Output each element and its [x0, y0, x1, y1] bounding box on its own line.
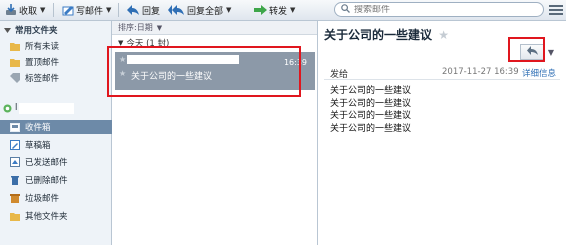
email-subject: 关于公司的一些建议 ★	[324, 26, 449, 43]
body-line: 关于公司的一些建议	[330, 86, 412, 96]
sidebar-item-label: 收件箱	[25, 123, 51, 133]
sort-bar[interactable]: 排序:日期 ▼	[112, 21, 317, 35]
email-subject-text: 关于公司的一些建议	[324, 28, 433, 42]
sidebar-item-deleted[interactable]: 已删除邮件	[0, 173, 121, 187]
receive-label: 收取	[19, 6, 38, 17]
email-body: 关于公司的一些建议 关于公司的一些建议 关于公司的一些建议 关于公司的一些建议	[330, 85, 411, 135]
folder-icon	[10, 57, 20, 67]
compose-button[interactable]: 写邮件 ▼	[61, 2, 111, 18]
sidebar-item-other[interactable]: 其他文件夹	[0, 209, 121, 223]
search-input[interactable]	[350, 4, 534, 15]
search-box[interactable]	[334, 2, 544, 17]
compose-icon	[61, 4, 74, 17]
header-divider	[324, 79, 560, 80]
sidebar-item-sent[interactable]: 已发送邮件	[0, 155, 121, 169]
reply-all-icon	[168, 4, 185, 17]
sidebar-item-label: 标签邮件	[25, 74, 60, 84]
chevron-down-icon: ▼	[547, 47, 555, 57]
reply-label: 回复	[142, 6, 161, 17]
reply-all-button[interactable]: 回复全部 ▼	[168, 2, 231, 18]
sidebar-section-title: 常用文件夹	[15, 26, 58, 36]
chevron-down-icon[interactable]: ▼	[290, 6, 295, 14]
body-line: 关于公司的一些建议	[330, 98, 412, 109]
chevron-down-icon[interactable]: ▼	[157, 24, 162, 32]
sidebar-item-label: 垃圾邮件	[25, 194, 60, 204]
reply-all-label: 回复全部	[187, 6, 224, 17]
sidebar-item-label: 已发送邮件	[25, 158, 68, 168]
chevron-down-icon[interactable]: ▼	[106, 6, 111, 14]
email-datetime: 2017-11-27 16:39	[442, 67, 519, 77]
search-icon	[341, 3, 350, 16]
sidebar-section-common[interactable]: 常用文件夹	[2, 23, 113, 37]
toolbar: 收取 ▼ 写邮件 ▼ 回复 回复全部 ▼ 转发 ▼	[0, 0, 566, 21]
sent-icon	[10, 157, 20, 167]
highlight-box	[107, 46, 301, 97]
forward-icon	[254, 4, 267, 17]
highlight-box	[508, 37, 545, 62]
receive-button[interactable]: 收取 ▼	[4, 2, 45, 18]
sidebar-item-label: 已删除邮件	[25, 176, 68, 186]
receive-icon	[4, 4, 17, 17]
collapse-arrow-icon[interactable]	[2, 25, 12, 35]
sidebar-account[interactable]: l	[2, 101, 113, 115]
spam-icon	[10, 193, 20, 203]
menu-icon[interactable]	[549, 3, 563, 17]
sidebar-item-pinned[interactable]: 置顶邮件	[0, 55, 121, 69]
body-line: 关于公司的一些建议	[330, 111, 412, 121]
sidebar-item-label: 其他文件夹	[25, 212, 68, 222]
sidebar-item-label: 置顶邮件	[25, 58, 60, 68]
sidebar-item-spam[interactable]: 垃圾邮件	[0, 191, 121, 205]
chevron-down-icon[interactable]: ▼	[40, 6, 45, 14]
redacted-block	[19, 102, 75, 114]
account-icon	[2, 103, 12, 113]
forward-label: 转发	[269, 6, 288, 17]
star-icon[interactable]: ★	[438, 28, 449, 42]
sidebar-item-inbox[interactable]: 收件箱	[0, 120, 121, 134]
sidebar-item-drafts[interactable]: 草稿箱	[0, 138, 121, 152]
sidebar-item-tagged[interactable]: 标签邮件	[0, 71, 121, 85]
draft-icon	[10, 140, 20, 150]
body-line: 关于公司的一些建议	[330, 123, 412, 134]
inbox-icon	[10, 122, 20, 132]
more-actions-button[interactable]: ▼	[544, 44, 558, 60]
reply-icon	[127, 4, 140, 17]
account-label: l	[15, 103, 18, 113]
sidebar-item-label: 草稿箱	[25, 141, 51, 151]
tag-icon	[10, 73, 20, 83]
sidebar-item-unread[interactable]: 所有未读	[0, 39, 121, 53]
compose-label: 写邮件	[76, 6, 104, 17]
sidebar: 常用文件夹 所有未读 置顶邮件 标签邮件 l 收件箱 草稿箱 已发送邮件 已删除…	[0, 21, 121, 245]
forward-button[interactable]: 转发 ▼	[254, 2, 295, 18]
sidebar-item-label: 所有未读	[25, 42, 60, 52]
toolbar-divider	[53, 3, 54, 17]
sort-label: 排序:日期	[118, 23, 153, 32]
folder-icon	[10, 211, 20, 221]
toolbar-divider	[118, 3, 119, 17]
folder-icon	[10, 41, 20, 51]
details-link[interactable]: 详细信息	[522, 67, 556, 79]
reply-button[interactable]: 回复	[127, 2, 160, 18]
trash-icon	[10, 175, 20, 185]
chevron-down-icon[interactable]: ▼	[226, 6, 231, 14]
